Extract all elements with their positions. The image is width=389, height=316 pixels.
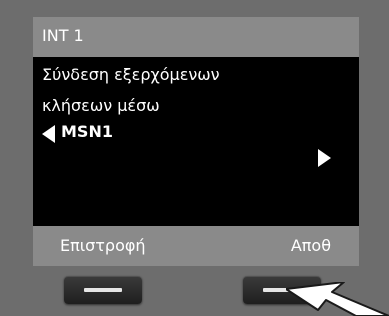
value-selector[interactable]: MSN1 (33, 119, 359, 167)
phone-device: INT 1 Σύνδεση εξερχόμενων κλήσεων μέσω M… (0, 0, 389, 316)
header-title: INT 1 (42, 26, 84, 45)
softkey-bar: Επιστροφή Αποθ (33, 226, 359, 266)
display-screen: INT 1 Σύνδεση εξερχόμενων κλήσεων μέσω M… (33, 17, 359, 266)
left-hardware-key[interactable] (64, 276, 142, 304)
header-bar: INT 1 (33, 17, 359, 57)
minus-icon (84, 288, 122, 292)
callout-pointer-icon (286, 282, 389, 316)
selected-value: MSN1 (61, 122, 113, 141)
triangle-left-icon[interactable] (42, 125, 55, 143)
setting-label-line-1: Σύνδεση εξερχόμενων (42, 65, 220, 84)
save-softkey-label[interactable]: Αποθ (291, 236, 331, 256)
setting-label-line-2: κλήσεων μέσω (42, 96, 160, 115)
back-softkey-label[interactable]: Επιστροφή (60, 236, 146, 256)
triangle-right-icon[interactable] (318, 149, 331, 167)
